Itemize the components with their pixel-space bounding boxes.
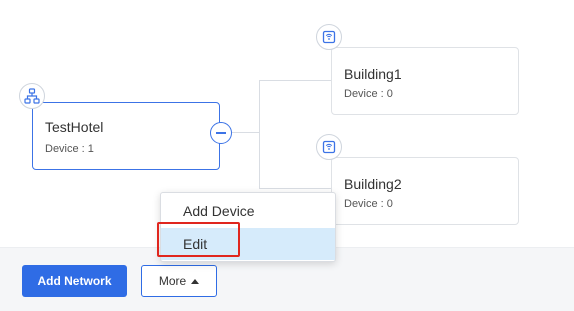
more-dropdown-button[interactable]: More bbox=[141, 265, 217, 297]
root-node-card[interactable]: TestHotel Device : 1 bbox=[32, 102, 220, 170]
child-node-card-building1[interactable]: Building1 Device : 0 bbox=[331, 47, 519, 115]
menu-item-edit[interactable]: Edit bbox=[161, 228, 335, 260]
more-button-label: More bbox=[158, 274, 187, 288]
connector-branch-2 bbox=[259, 188, 331, 189]
more-dropdown-menu: Add Device Edit bbox=[160, 192, 336, 262]
child-node-card-building2[interactable]: Building2 Device : 0 bbox=[331, 157, 519, 225]
connector-trunk bbox=[259, 80, 260, 188]
connector-root-stub bbox=[232, 132, 259, 133]
network-topology-icon bbox=[19, 83, 45, 109]
root-node-title: TestHotel bbox=[45, 119, 104, 135]
collapse-toggle-button[interactable] bbox=[210, 122, 232, 144]
child-node-title: Building2 bbox=[344, 176, 402, 192]
building-icon bbox=[316, 134, 342, 160]
menu-item-add-device[interactable]: Add Device bbox=[161, 195, 335, 227]
connector-branch-1 bbox=[259, 80, 331, 81]
minus-icon bbox=[216, 132, 226, 134]
building-icon bbox=[316, 24, 342, 50]
add-network-button[interactable]: Add Network bbox=[22, 265, 127, 297]
child-node-device-count: Device : 0 bbox=[344, 198, 393, 210]
root-node-device-count: Device : 1 bbox=[45, 143, 94, 155]
caret-up-icon bbox=[191, 278, 200, 284]
child-node-title: Building1 bbox=[344, 66, 402, 82]
child-node-device-count: Device : 0 bbox=[344, 88, 393, 100]
